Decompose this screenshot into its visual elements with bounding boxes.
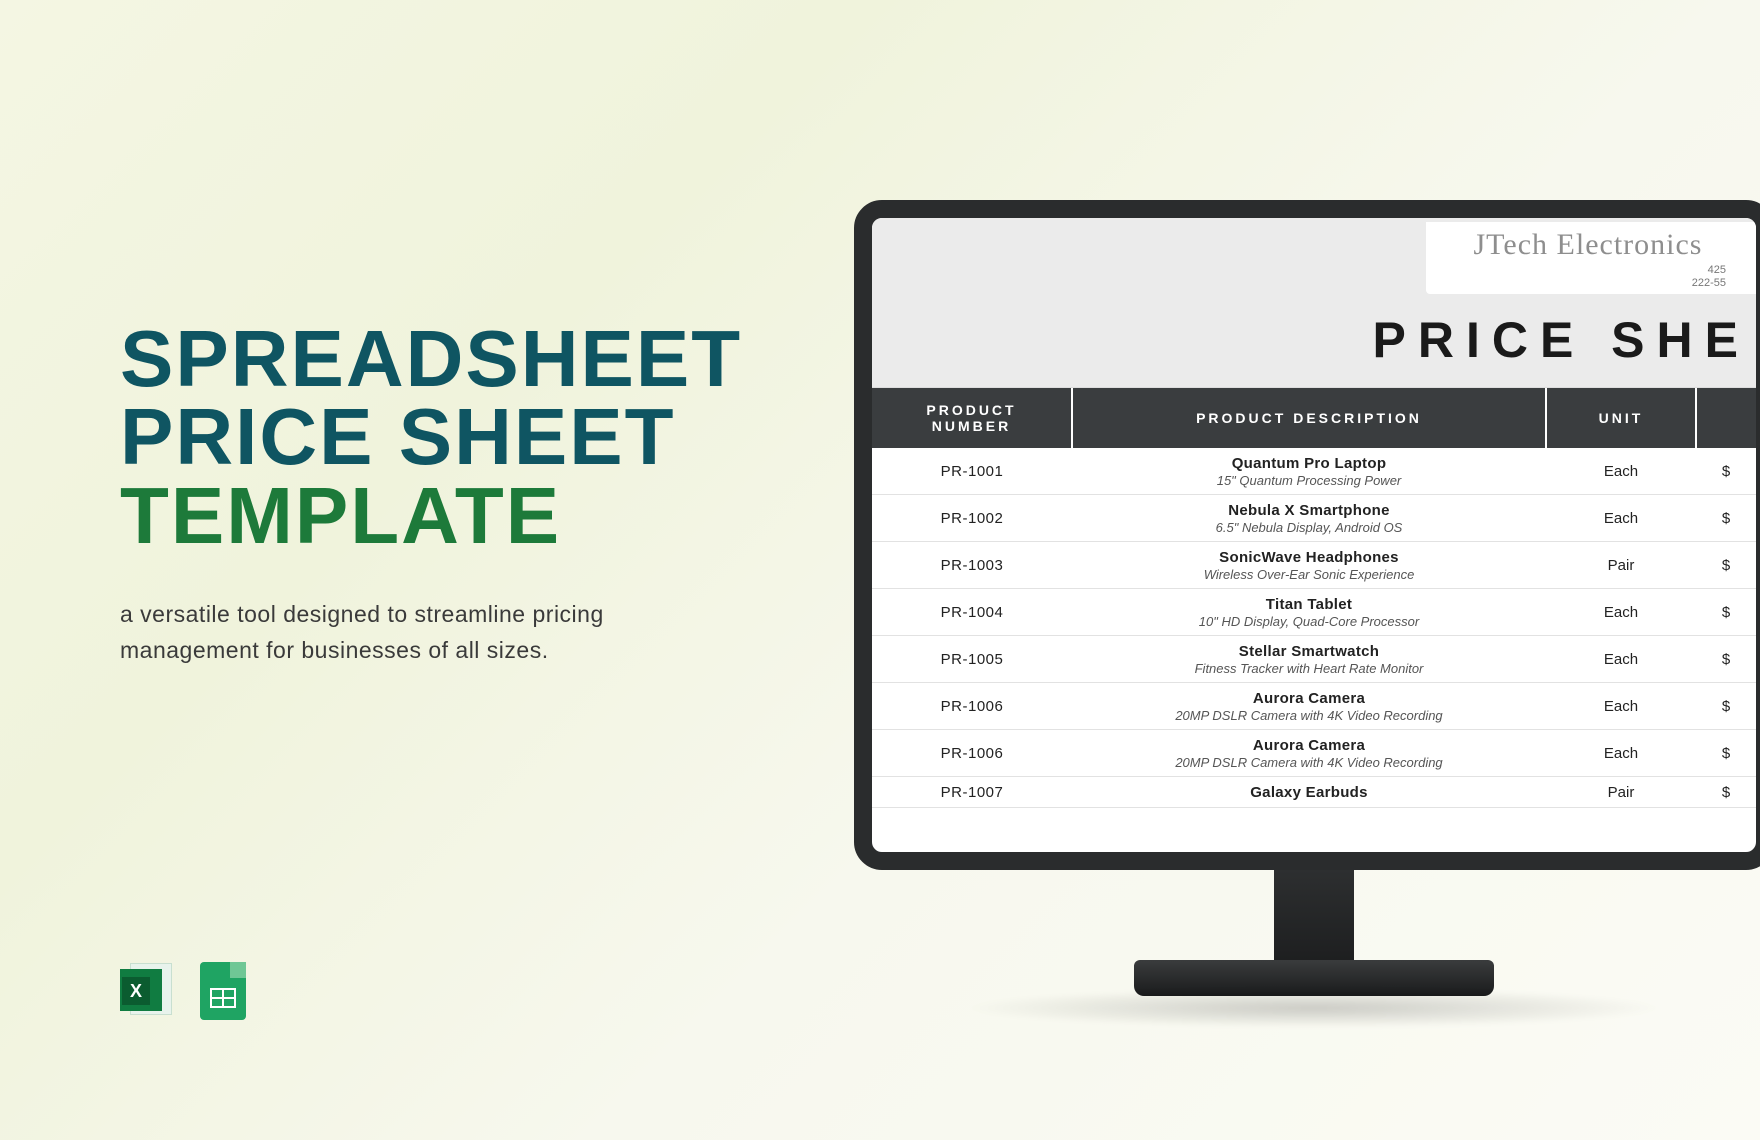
- col-unit: UNIT: [1546, 388, 1696, 448]
- product-subtitle: 20MP DSLR Camera with 4K Video Recording: [1082, 708, 1536, 723]
- monitor-stand-neck: [1274, 870, 1354, 960]
- cell-product-number: PR-1005: [872, 636, 1072, 683]
- monitor-screen: JTech Electronics 425 222-55 PRICE SHE P…: [854, 200, 1760, 870]
- table-row: PR-1006Aurora Camera20MP DSLR Camera wit…: [872, 730, 1756, 777]
- cell-price: $: [1696, 495, 1756, 542]
- sheet-title: PRICE SHE: [1372, 311, 1756, 369]
- cell-unit: Pair: [1546, 542, 1696, 589]
- product-subtitle: 15" Quantum Processing Power: [1082, 473, 1536, 488]
- cell-description: Titan Tablet10" HD Display, Quad-Core Pr…: [1072, 589, 1546, 636]
- brand-strip: JTech Electronics 425 222-55: [1426, 222, 1756, 294]
- table-row: PR-1006Aurora Camera20MP DSLR Camera wit…: [872, 683, 1756, 730]
- google-sheets-icon: [200, 962, 246, 1020]
- headline-line2: PRICE SHEET: [120, 398, 720, 476]
- brand-meta-line2: 222-55: [1692, 277, 1726, 289]
- sheet-header: JTech Electronics 425 222-55 PRICE SHE: [872, 218, 1756, 388]
- product-name: Aurora Camera: [1082, 737, 1536, 754]
- cell-unit: Each: [1546, 448, 1696, 495]
- col-product-number-l2: NUMBER: [932, 418, 1011, 434]
- cell-price: $: [1696, 448, 1756, 495]
- promo-canvas: SPREADSHEET PRICE SHEET TEMPLATE a versa…: [0, 0, 1760, 1140]
- headline: SPREADSHEET PRICE SHEET TEMPLATE: [120, 320, 720, 555]
- cell-description: Galaxy Earbuds: [1072, 777, 1546, 808]
- cell-unit: Pair: [1546, 777, 1696, 808]
- headline-line1: SPREADSHEET: [120, 320, 720, 398]
- cell-product-number: PR-1001: [872, 448, 1072, 495]
- cell-product-number: PR-1006: [872, 683, 1072, 730]
- headline-line3: TEMPLATE: [120, 477, 720, 555]
- product-name: Aurora Camera: [1082, 690, 1536, 707]
- cell-product-number: PR-1006: [872, 730, 1072, 777]
- product-subtitle: Fitness Tracker with Heart Rate Monitor: [1082, 661, 1536, 676]
- cell-product-number: PR-1004: [872, 589, 1072, 636]
- table-row: PR-1003SonicWave HeadphonesWireless Over…: [872, 542, 1756, 589]
- cell-description: Aurora Camera20MP DSLR Camera with 4K Vi…: [1072, 683, 1546, 730]
- table-row: PR-1004Titan Tablet10" HD Display, Quad-…: [872, 589, 1756, 636]
- cell-description: Stellar SmartwatchFitness Tracker with H…: [1072, 636, 1546, 683]
- monitor-shadow: [964, 988, 1664, 1028]
- col-price: [1696, 388, 1756, 448]
- cell-price: $: [1696, 730, 1756, 777]
- cell-unit: Each: [1546, 683, 1696, 730]
- cell-unit: Each: [1546, 495, 1696, 542]
- product-subtitle: 10" HD Display, Quad-Core Processor: [1082, 614, 1536, 629]
- subheadline: a versatile tool designed to streamline …: [120, 597, 680, 668]
- cell-product-number: PR-1003: [872, 542, 1072, 589]
- cell-price: $: [1696, 777, 1756, 808]
- product-subtitle: 6.5" Nebula Display, Android OS: [1082, 520, 1536, 535]
- brand-meta: 425 222-55: [1450, 264, 1726, 290]
- product-name: Nebula X Smartphone: [1082, 502, 1536, 519]
- cell-product-number: PR-1007: [872, 777, 1072, 808]
- brand-meta-line1: 425: [1708, 264, 1726, 276]
- table-row: PR-1007 Galaxy Earbuds Pair$: [872, 777, 1756, 808]
- table-row: PR-1001Quantum Pro Laptop15" Quantum Pro…: [872, 448, 1756, 495]
- product-name: Stellar Smartwatch: [1082, 643, 1536, 660]
- monitor-mockup: JTech Electronics 425 222-55 PRICE SHE P…: [854, 200, 1760, 1028]
- cell-description: Quantum Pro Laptop15" Quantum Processing…: [1072, 448, 1546, 495]
- cell-unit: Each: [1546, 730, 1696, 777]
- col-product-number-l1: PRODUCT: [926, 402, 1016, 418]
- product-subtitle: Wireless Over-Ear Sonic Experience: [1082, 567, 1536, 582]
- cell-price: $: [1696, 636, 1756, 683]
- cell-price: $: [1696, 589, 1756, 636]
- table-row: PR-1005Stellar SmartwatchFitness Tracker…: [872, 636, 1756, 683]
- col-product-number: PRODUCT NUMBER: [872, 388, 1072, 448]
- product-name: Galaxy Earbuds: [1082, 784, 1536, 801]
- cell-product-number: PR-1002: [872, 495, 1072, 542]
- excel-icon: X: [120, 963, 176, 1019]
- cell-price: $: [1696, 542, 1756, 589]
- brand-name: JTech Electronics: [1450, 228, 1726, 262]
- cell-unit: Each: [1546, 589, 1696, 636]
- cell-description: SonicWave HeadphonesWireless Over-Ear So…: [1072, 542, 1546, 589]
- col-description: PRODUCT DESCRIPTION: [1072, 388, 1546, 448]
- product-name: Titan Tablet: [1082, 596, 1536, 613]
- headline-block: SPREADSHEET PRICE SHEET TEMPLATE a versa…: [120, 320, 720, 668]
- product-name: Quantum Pro Laptop: [1082, 455, 1536, 472]
- table-row: PR-1002Nebula X Smartphone6.5" Nebula Di…: [872, 495, 1756, 542]
- cell-description: Aurora Camera20MP DSLR Camera with 4K Vi…: [1072, 730, 1546, 777]
- product-subtitle: 20MP DSLR Camera with 4K Video Recording: [1082, 755, 1536, 770]
- price-table: PRODUCT NUMBER PRODUCT DESCRIPTION UNIT …: [872, 388, 1756, 808]
- excel-x-letter: X: [122, 977, 150, 1005]
- format-icons: X: [120, 962, 246, 1020]
- cell-description: Nebula X Smartphone6.5" Nebula Display, …: [1072, 495, 1546, 542]
- product-name: SonicWave Headphones: [1082, 549, 1536, 566]
- cell-unit: Each: [1546, 636, 1696, 683]
- cell-price: $: [1696, 683, 1756, 730]
